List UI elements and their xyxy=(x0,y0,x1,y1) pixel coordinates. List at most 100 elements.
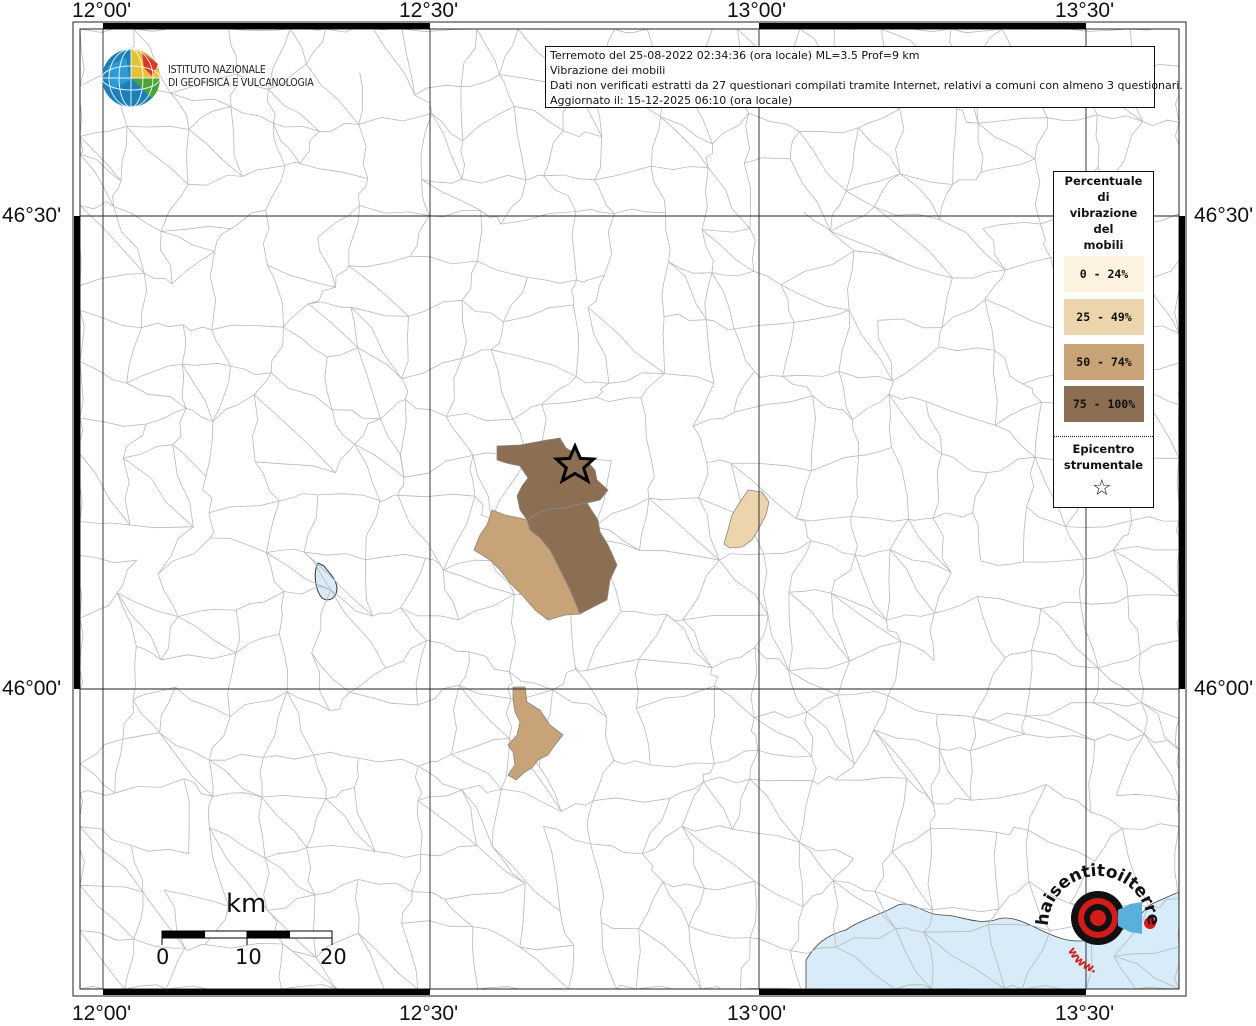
boundary-line xyxy=(799,841,834,881)
boundary-line xyxy=(753,270,782,286)
boundary-line xyxy=(995,401,1042,426)
boundary-line xyxy=(754,717,812,757)
boundary-line xyxy=(848,309,893,381)
boundary-line xyxy=(426,640,469,653)
municipality-50-74-south xyxy=(507,686,564,781)
boundary-line xyxy=(181,364,187,409)
boundary-line xyxy=(594,165,652,181)
boundary-line xyxy=(712,112,750,145)
boundary-line xyxy=(795,517,812,541)
boundary-line xyxy=(205,421,214,477)
boundary-line xyxy=(308,286,336,305)
boundary-line xyxy=(811,455,859,472)
boundary-line xyxy=(847,250,855,311)
boundary-line xyxy=(313,754,327,799)
boundary-line xyxy=(543,826,561,912)
boundary-line xyxy=(329,692,351,711)
boundary-line xyxy=(126,125,189,130)
boundary-line xyxy=(499,29,519,75)
boundary-line xyxy=(460,86,464,141)
boundary-line xyxy=(330,589,386,669)
boundary-line xyxy=(719,553,764,561)
boundary-line xyxy=(417,765,462,791)
scale-tick-20: 20 xyxy=(320,945,347,969)
boundary-line xyxy=(1022,383,1042,403)
boundary-line xyxy=(782,322,795,377)
boundary-line xyxy=(519,944,574,951)
boundary-line xyxy=(636,708,651,765)
boundary-line xyxy=(692,425,708,463)
boundary-line xyxy=(934,572,952,614)
boundary-line xyxy=(477,260,528,278)
boundary-line xyxy=(472,926,521,948)
boundary-line xyxy=(272,122,286,166)
municipality-25-49-east xyxy=(723,489,770,549)
boundary-line xyxy=(306,798,327,848)
boundary-line xyxy=(306,29,327,65)
boundary-line xyxy=(259,757,264,798)
boundary-line xyxy=(460,29,478,87)
boundary-line xyxy=(714,749,758,764)
boundary-line xyxy=(409,256,478,265)
boundary-line xyxy=(571,211,577,280)
lat-label-left-2: 46°00' xyxy=(2,677,62,700)
boundary-line xyxy=(1025,650,1033,716)
boundary-line xyxy=(459,684,512,699)
boundary-line xyxy=(1022,506,1027,563)
boundary-line xyxy=(80,738,124,765)
boundary-line xyxy=(1092,702,1145,735)
boundary-line xyxy=(183,778,213,797)
boundary-line xyxy=(614,29,648,34)
boundary-line xyxy=(262,210,270,266)
boundary-line xyxy=(1097,114,1144,122)
boundary-line xyxy=(317,493,380,501)
boundary-line xyxy=(888,394,942,455)
boundary-line xyxy=(80,29,85,86)
boundary-line xyxy=(845,190,875,208)
boundary-line xyxy=(1088,740,1096,813)
boundary-line xyxy=(701,985,741,989)
boundary-line xyxy=(1127,596,1141,654)
boundary-line xyxy=(130,844,189,855)
boundary-line xyxy=(458,684,510,739)
boundary-line xyxy=(1078,559,1084,603)
boundary-line xyxy=(359,205,430,216)
boundary-line xyxy=(358,879,413,893)
boundary-line xyxy=(812,775,837,785)
boundary-line xyxy=(932,512,973,519)
boundary-line xyxy=(263,754,314,760)
boundary-line xyxy=(886,612,935,621)
boundary-line xyxy=(519,946,569,989)
boundary-line xyxy=(952,109,958,185)
boundary-line xyxy=(444,883,526,900)
boundary-line xyxy=(594,179,615,214)
boundary-line xyxy=(414,84,462,96)
legend-title-line: mobili xyxy=(1083,238,1124,252)
boundary-line xyxy=(898,260,953,279)
boundary-line xyxy=(409,215,430,257)
boundary-line xyxy=(743,163,751,229)
boundary-line xyxy=(1046,784,1091,813)
boundary-line xyxy=(505,698,513,739)
boundary-line xyxy=(994,350,1023,385)
boundary-line xyxy=(1142,119,1179,127)
boundary-line xyxy=(123,444,173,459)
boundary-line xyxy=(835,776,907,781)
boundary-line xyxy=(401,357,463,379)
boundary-line xyxy=(335,265,350,288)
boundary-line xyxy=(461,784,502,794)
municipal-boundaries xyxy=(80,29,1179,989)
boundary-line xyxy=(837,694,855,765)
boundary-line xyxy=(732,828,800,843)
boundary-line xyxy=(266,89,276,124)
boundary-line xyxy=(365,500,381,560)
boundary-line xyxy=(754,711,808,719)
boundary-line xyxy=(299,131,320,164)
boundary-line xyxy=(539,766,562,812)
lon-label-top-4: 13°30' xyxy=(1055,0,1115,22)
boundary-line xyxy=(80,884,144,893)
boundary-line xyxy=(891,447,909,520)
municipality-75-100-north xyxy=(496,437,609,521)
boundary-line xyxy=(289,29,307,65)
boundary-line xyxy=(415,640,427,706)
